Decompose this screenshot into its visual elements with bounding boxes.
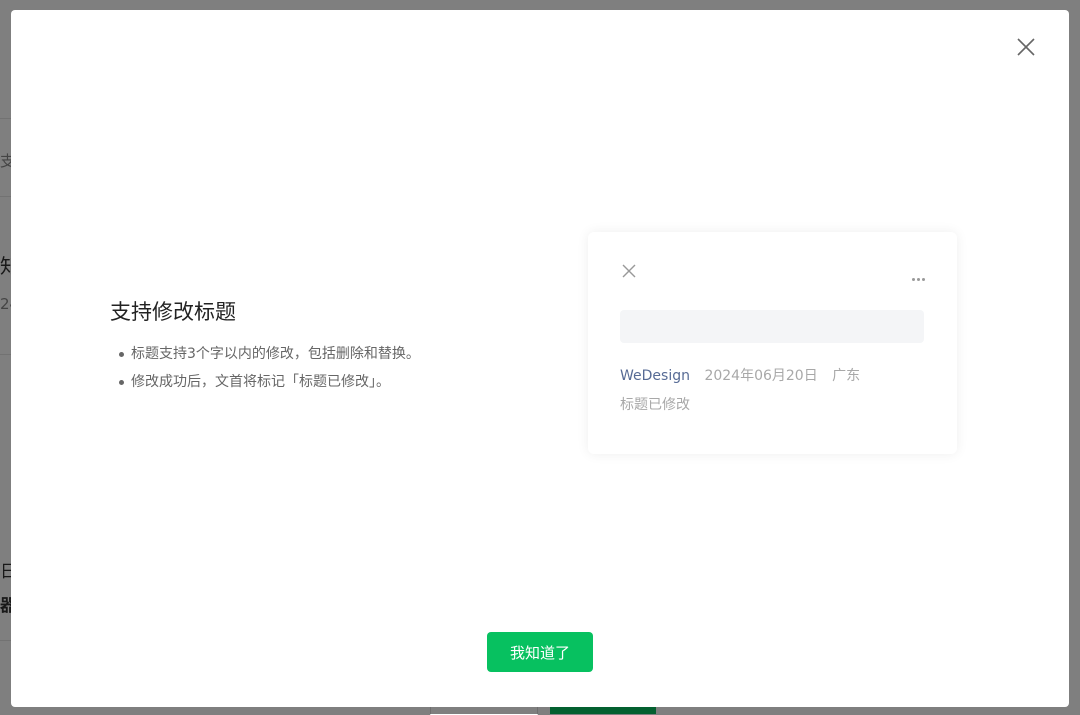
close-icon — [621, 263, 637, 279]
article-preview-card: WeDesign 2024年06月20日 广东 标题已修改 — [588, 232, 957, 454]
article-meta: WeDesign 2024年06月20日 广东 — [620, 365, 860, 385]
article-title-placeholder — [620, 310, 924, 343]
title-modified-label: 标题已修改 — [620, 397, 690, 413]
feature-bullet-list: 标题支持3个字以内的修改，包括删除和替换。 修改成功后，文首将标记「标题已修改」… — [110, 340, 530, 396]
bullet-dot-icon — [119, 352, 124, 357]
feature-bullet: 修改成功后，文首将标记「标题已修改」。 — [110, 368, 530, 396]
feature-dialog: 支持修改标题 标题支持3个字以内的修改，包括删除和替换。 修改成功后，文首将标记… — [11, 10, 1069, 707]
feature-bullet-text: 标题支持3个字以内的修改，包括删除和替换。 — [131, 346, 420, 362]
feature-description: 支持修改标题 标题支持3个字以内的修改，包括删除和替换。 修改成功后，文首将标记… — [110, 296, 530, 396]
article-location: 广东 — [832, 368, 861, 384]
article-author: WeDesign — [620, 368, 690, 384]
confirm-button[interactable]: 我知道了 — [487, 632, 593, 672]
bullet-dot-icon — [119, 380, 124, 385]
article-date: 2024年06月20日 — [704, 368, 818, 384]
close-icon[interactable] — [1013, 34, 1039, 60]
feature-bullet: 标题支持3个字以内的修改，包括删除和替换。 — [110, 340, 530, 368]
more-icon — [910, 266, 925, 285]
feature-title: 支持修改标题 — [110, 300, 236, 324]
feature-bullet-text: 修改成功后，文首将标记「标题已修改」。 — [131, 374, 390, 390]
